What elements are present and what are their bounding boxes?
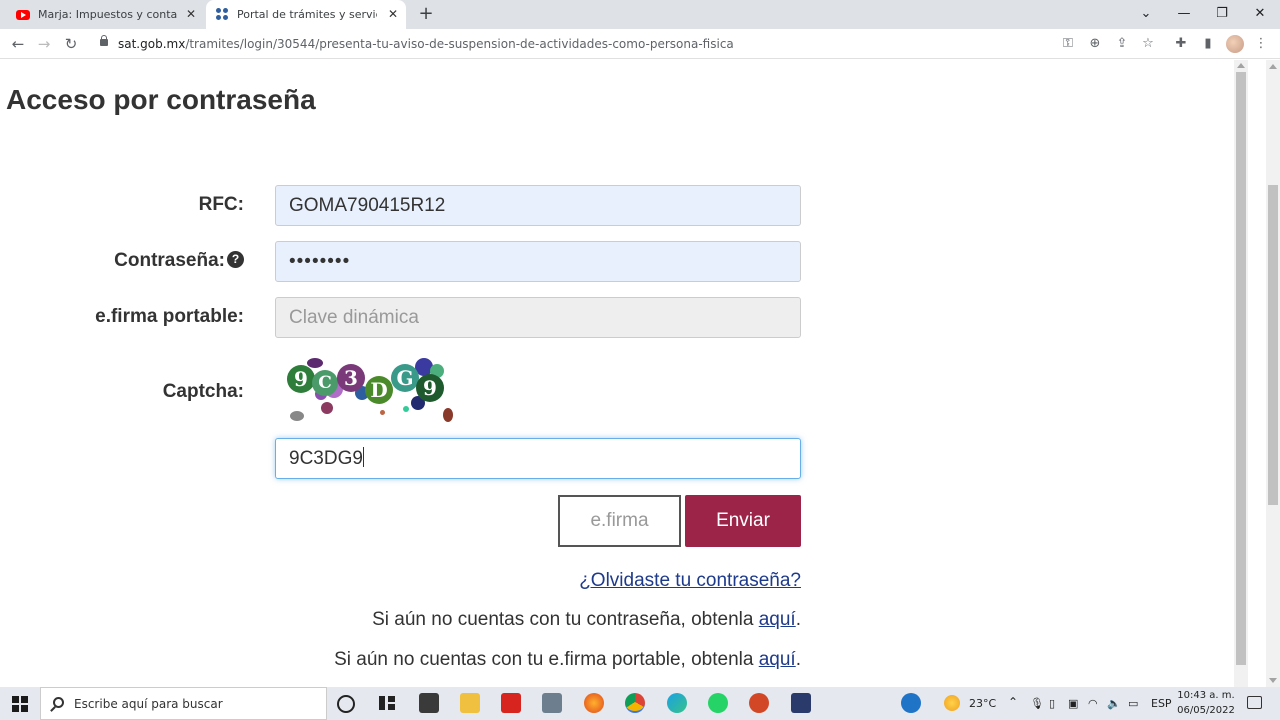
search-icon — [53, 697, 64, 708]
back-arrow-icon[interactable]: ← — [8, 34, 28, 54]
cortana-icon[interactable] — [337, 695, 355, 713]
window-scrollbar[interactable] — [1266, 60, 1280, 687]
app-icon[interactable] — [419, 693, 439, 713]
profile-avatar[interactable] — [1226, 35, 1244, 53]
scroll-down-arrow-icon[interactable] — [1269, 678, 1277, 683]
zoom-icon[interactable]: ⊕ — [1086, 35, 1104, 53]
weather-temp[interactable]: 23°C — [969, 697, 996, 710]
text-caret — [362, 447, 364, 467]
address-bar[interactable]: sat.gob.mx/tramites/login/30544/presenta… — [90, 32, 1165, 56]
rfc-input[interactable]: GOMA790415R12 — [275, 185, 801, 226]
lock-icon[interactable] — [100, 35, 108, 46]
chevron-up-icon[interactable]: ⌃ — [1008, 695, 1018, 709]
efirma-label: e.firma portable: — [95, 306, 244, 327]
language-indicator[interactable]: ESP — [1151, 697, 1172, 710]
wifi-icon[interactable]: ◠ — [1088, 697, 1098, 710]
help-icon[interactable] — [901, 693, 921, 713]
scroll-up-arrow-icon[interactable] — [1269, 64, 1277, 69]
system-clock[interactable]: 10:43 a. m. 06/05/2022 — [1172, 688, 1240, 718]
browser-toolbar: ← → ↻ sat.gob.mx/tramites/login/30544/pr… — [0, 29, 1280, 59]
password-label: Contraseña:? — [114, 250, 244, 272]
extensions-icon[interactable]: ✚ — [1172, 35, 1190, 53]
volume-icon[interactable]: 🔈 — [1107, 697, 1121, 710]
menu-dots-icon[interactable]: ⋮ — [1252, 35, 1270, 53]
captcha-label: Captcha: — [162, 381, 244, 402]
calculator-icon[interactable] — [542, 693, 562, 713]
sat-icon — [216, 8, 229, 21]
tab-marja[interactable]: Marja: Impuestos y contabilidad ✕ — [8, 0, 204, 29]
maximize-button[interactable]: ❐ — [1212, 4, 1232, 24]
scrollbar-thumb[interactable] — [1268, 185, 1278, 505]
no-password-text: Si aún no cuentas con tu contraseña, obt… — [372, 609, 801, 630]
taskbar-search[interactable]: Escribe aquí para buscar — [40, 687, 327, 720]
sidepanel-icon[interactable]: ▮ — [1199, 35, 1217, 53]
whatsapp-icon[interactable] — [708, 693, 728, 713]
page-title: Acceso por contraseña — [6, 84, 316, 115]
close-window-button[interactable]: ✕ — [1250, 4, 1270, 24]
firefox-icon[interactable] — [584, 693, 604, 713]
battery-icon[interactable]: ▭ — [1128, 697, 1138, 710]
forgot-password-link[interactable]: ¿Olvidaste tu contraseña? — [579, 570, 801, 592]
clock-time: 10:43 a. m. — [1177, 690, 1235, 701]
display-icon[interactable]: ▣ — [1068, 697, 1078, 710]
acrobat-icon[interactable] — [501, 693, 521, 713]
taskbar-search-placeholder: Escribe aquí para buscar — [74, 697, 223, 711]
close-icon[interactable]: ✕ — [386, 7, 400, 21]
reload-icon[interactable]: ↻ — [61, 34, 81, 54]
forward-arrow-icon[interactable]: → — [34, 34, 54, 54]
password-input[interactable]: •••••••• — [275, 241, 801, 282]
page-scrollbar[interactable] — [1234, 60, 1248, 687]
get-password-link[interactable]: aquí — [759, 609, 796, 630]
task-view-icon[interactable] — [377, 693, 397, 713]
tab-strip: Marja: Impuestos y contabilidad ✕ Portal… — [0, 0, 1280, 29]
windows-start-icon[interactable] — [12, 696, 28, 712]
powerpoint-icon[interactable] — [749, 693, 769, 713]
tab-title: Marja: Impuestos y contabilidad — [38, 8, 178, 21]
app-icon-2[interactable] — [791, 693, 811, 713]
enviar-button[interactable]: Enviar — [685, 495, 801, 547]
minimize-button[interactable]: — — [1174, 4, 1194, 24]
no-efirma-text: Si aún no cuentas con tu e.firma portabl… — [334, 649, 801, 670]
device-icon[interactable]: ▯ — [1049, 697, 1055, 710]
windows-taskbar: Escribe aquí para buscar 23°C ⌃ 🎙 ▯ ▣ ◠ … — [0, 687, 1280, 720]
captcha-image: 9 C 3 D G 9 — [285, 358, 455, 424]
close-icon[interactable]: ✕ — [184, 7, 198, 21]
get-efirma-link[interactable]: aquí — [759, 649, 796, 670]
url-text: sat.gob.mx/tramites/login/30544/presenta… — [118, 37, 734, 51]
captcha-input[interactable]: 9C3DG9 — [275, 438, 801, 479]
tab-title: Portal de trámites y servicios - SAT — [237, 8, 377, 21]
new-tab-button[interactable]: + — [416, 4, 436, 24]
key-icon[interactable]: ⚿ — [1059, 35, 1077, 53]
file-explorer-icon[interactable] — [460, 693, 480, 713]
share-icon[interactable]: ⇪ — [1113, 35, 1131, 53]
scrollbar-thumb[interactable] — [1236, 72, 1246, 665]
microphone-icon[interactable]: 🎙 — [1030, 697, 1044, 710]
star-icon[interactable]: ☆ — [1139, 35, 1157, 53]
youtube-icon — [16, 9, 30, 20]
page-content: Acceso por contraseña RFC: GOMA790415R12… — [0, 60, 1234, 687]
clock-date: 06/05/2022 — [1177, 705, 1235, 716]
notification-icon[interactable] — [1247, 696, 1262, 709]
question-circle-icon[interactable]: ? — [227, 251, 244, 268]
tab-search-chevron-icon[interactable]: ⌄ — [1136, 4, 1156, 24]
efirma-button[interactable]: e.firma — [558, 495, 681, 547]
rfc-label: RFC: — [198, 194, 244, 215]
efirma-dynamic-key-input: Clave dinámica — [275, 297, 801, 338]
tab-sat-portal[interactable]: Portal de trámites y servicios - SAT ✕ — [206, 0, 406, 29]
scroll-up-arrow-icon[interactable] — [1237, 63, 1245, 68]
chrome-icon[interactable] — [625, 693, 645, 713]
weather-icon[interactable] — [944, 695, 960, 711]
edge-icon[interactable] — [667, 693, 687, 713]
